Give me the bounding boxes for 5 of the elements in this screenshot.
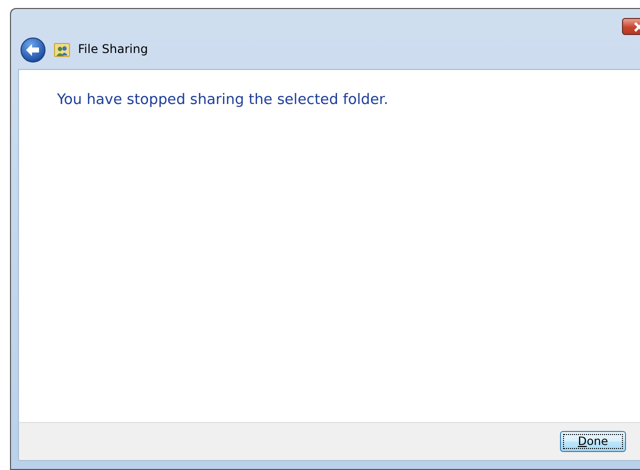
back-button[interactable] — [20, 37, 46, 63]
status-message: You have stopped sharing the selected folder. — [57, 91, 390, 110]
window-title: File Sharing — [78, 41, 148, 58]
shared-users-icon — [54, 42, 70, 58]
done-button[interactable]: Done — [560, 431, 626, 452]
